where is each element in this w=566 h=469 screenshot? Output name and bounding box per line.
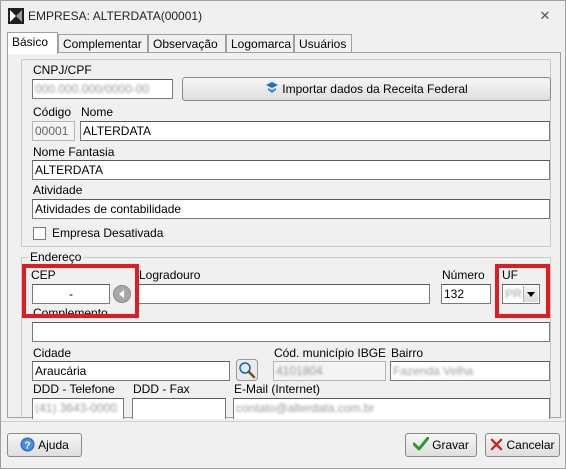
- logradouro-label: Logradouro: [139, 268, 201, 282]
- import-button-label: Importar dados da Receita Federal: [282, 82, 468, 96]
- complemento-field[interactable]: [32, 322, 550, 342]
- uf-value: PR: [505, 287, 522, 301]
- email-value: contato@alterdata.com.br: [236, 401, 375, 415]
- uf-label: UF: [502, 268, 518, 282]
- cidade-field[interactable]: Araucária: [32, 361, 230, 381]
- cep-value: -: [69, 287, 73, 301]
- address-group-label: Endereço: [28, 250, 84, 264]
- logradouro-field[interactable]: [138, 284, 430, 304]
- ddd-fax-field[interactable]: [132, 398, 226, 419]
- tab-usuarios[interactable]: Usuários: [294, 34, 352, 53]
- email-label: E-Mail (Internet): [234, 382, 321, 396]
- ddd-fax-label: DDD - Fax: [133, 382, 190, 396]
- atividade-value: Atividades de contabilidade: [35, 202, 182, 216]
- nome-label: Nome: [81, 105, 114, 119]
- company-dialog: EMPRESA: ALTERDATA(00001) ✕ Básico Compl…: [0, 0, 566, 469]
- import-icon: [266, 82, 279, 93]
- app-logo-icon: [8, 8, 24, 24]
- import-receita-button[interactable]: Importar dados da Receita Federal: [182, 77, 551, 101]
- chevron-down-icon[interactable]: [523, 286, 538, 302]
- cancel-x-icon: [491, 438, 503, 451]
- checkmark-icon: [412, 436, 430, 451]
- cnpj-label: CNPJ/CPF: [33, 63, 92, 77]
- footer-separator: [1, 421, 565, 422]
- cep-field[interactable]: -: [32, 284, 110, 304]
- ddd-telefone-label: DDD - Telefone: [33, 382, 115, 396]
- nome-fantasia-value: ALTERDATA: [35, 163, 104, 177]
- codigo-value: 00001: [35, 124, 69, 138]
- tab-panel-basico: CNPJ/CPF 000.000.000/0000-00 Importar da…: [7, 52, 561, 419]
- cnpj-field[interactable]: 000.000.000/0000-00: [32, 79, 173, 99]
- cod-municipio-label: Cód. município IBGE: [274, 346, 387, 360]
- empresa-desativada-checkbox[interactable]: [33, 227, 46, 240]
- numero-field[interactable]: 132: [441, 284, 491, 304]
- atividade-label: Atividade: [33, 183, 83, 197]
- cancel-button-label: Cancelar: [506, 438, 555, 452]
- save-button-label: Gravar: [432, 438, 469, 452]
- cod-municipio-field: 4101804: [273, 361, 386, 381]
- complemento-label: Complemento: [33, 306, 108, 315]
- city-search-icon[interactable]: [236, 359, 258, 381]
- codigo-field: 00001: [32, 121, 75, 141]
- cidade-label: Cidade: [33, 346, 72, 360]
- close-icon[interactable]: ✕: [537, 8, 553, 24]
- codigo-label: Código: [33, 105, 72, 119]
- svg-text:?: ?: [24, 440, 30, 451]
- tab-logomarca[interactable]: Logomarca: [226, 34, 294, 53]
- ddd-telefone-field[interactable]: (41) 3643-0000: [32, 398, 124, 419]
- cidade-value: Araucária: [35, 364, 87, 378]
- bairro-value: Fazenda Velha: [393, 364, 474, 378]
- numero-label: Número: [442, 268, 485, 282]
- help-button-label: Ajuda: [38, 438, 69, 452]
- tab-observacao[interactable]: Observação: [148, 34, 226, 53]
- nome-field[interactable]: ALTERDATA: [80, 121, 550, 141]
- numero-value: 132: [444, 287, 465, 301]
- bairro-field[interactable]: Fazenda Velha: [390, 361, 550, 381]
- atividade-field[interactable]: Atividades de contabilidade: [32, 199, 550, 219]
- cep-label: CEP: [31, 268, 56, 282]
- ddd-telefone-value: (41) 3643-0000: [35, 401, 118, 415]
- window-title: EMPRESA: ALTERDATA(00001): [28, 9, 203, 23]
- bairro-label: Bairro: [391, 346, 424, 360]
- save-button[interactable]: Gravar: [405, 433, 477, 457]
- tab-basico[interactable]: Básico: [7, 32, 58, 54]
- empresa-desativada-label: Empresa Desativada: [52, 226, 164, 240]
- nome-fantasia-label: Nome Fantasia: [33, 145, 115, 159]
- cnpj-value: 000.000.000/0000-00: [35, 82, 150, 96]
- uf-select[interactable]: PR: [502, 284, 540, 304]
- title-bar: EMPRESA: ALTERDATA(00001) ✕: [1, 1, 565, 31]
- email-field[interactable]: contato@alterdata.com.br: [233, 398, 550, 419]
- cep-search-icon[interactable]: [112, 284, 132, 304]
- cod-municipio-value: 4101804: [276, 364, 323, 378]
- help-button[interactable]: ? Ajuda: [7, 433, 82, 457]
- nome-value: ALTERDATA: [83, 124, 152, 138]
- tab-complementar[interactable]: Complementar: [58, 34, 148, 53]
- cancel-button[interactable]: Cancelar: [485, 433, 560, 457]
- nome-fantasia-field[interactable]: ALTERDATA: [32, 160, 550, 180]
- help-icon: ?: [20, 437, 35, 452]
